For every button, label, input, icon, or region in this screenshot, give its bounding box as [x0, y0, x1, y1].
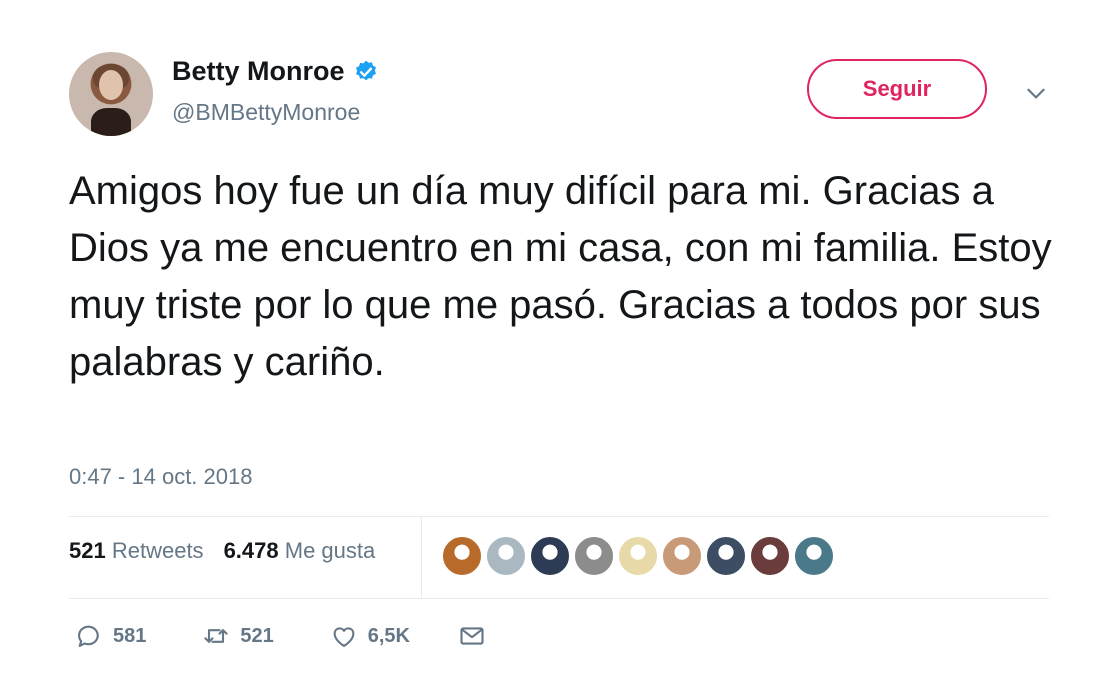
- tweet-stats: 521 Retweets 6.478 Me gusta: [69, 538, 375, 564]
- verified-badge-icon: [355, 60, 376, 80]
- liker-avatar[interactable]: [618, 536, 658, 576]
- display-name[interactable]: Betty Monroe: [172, 56, 379, 87]
- stats-separator: [421, 516, 422, 598]
- display-name-text[interactable]: Betty Monroe: [172, 56, 345, 87]
- liker-avatar[interactable]: [706, 536, 746, 576]
- likes-stat[interactable]: 6.478 Me gusta: [224, 538, 376, 564]
- liker-avatar[interactable]: [662, 536, 702, 576]
- dm-action[interactable]: [458, 622, 486, 650]
- user-handle[interactable]: @BMBettyMonroe: [172, 99, 360, 126]
- liker-avatar[interactable]: [574, 536, 614, 576]
- reply-bubble-icon: [78, 625, 99, 647]
- heart-icon: [333, 627, 355, 647]
- liker-avatar[interactable]: [486, 536, 526, 576]
- reply-count: 581: [113, 624, 147, 647]
- retweet-count: 521: [240, 624, 274, 647]
- liker-avatar[interactable]: [750, 536, 790, 576]
- follow-button[interactable]: Seguir: [807, 59, 987, 119]
- like-action[interactable]: 6,5K: [330, 622, 410, 650]
- reply-action[interactable]: 581: [75, 622, 146, 650]
- action-bar: 581 521 6,5K: [75, 622, 486, 650]
- envelope-icon: [460, 627, 484, 645]
- liker-avatar[interactable]: [530, 536, 570, 576]
- retweet-action[interactable]: 521: [202, 622, 274, 650]
- liker-avatar[interactable]: [442, 536, 482, 576]
- tweet-timestamp[interactable]: 0:47 - 14 oct. 2018: [69, 464, 252, 490]
- liker-avatars: [442, 536, 834, 576]
- user-avatar[interactable]: [69, 52, 153, 136]
- like-count: 6,5K: [367, 624, 410, 647]
- tweet-text: Amigos hoy fue un día muy difícil para m…: [69, 169, 1052, 384]
- retweets-stat[interactable]: 521 Retweets: [69, 538, 204, 564]
- liker-avatar[interactable]: [794, 536, 834, 576]
- divider-bottom: [69, 598, 1049, 599]
- divider-top: [69, 516, 1049, 517]
- retweet-arrows-icon: [204, 629, 228, 643]
- chevron-down-icon[interactable]: [1023, 80, 1049, 106]
